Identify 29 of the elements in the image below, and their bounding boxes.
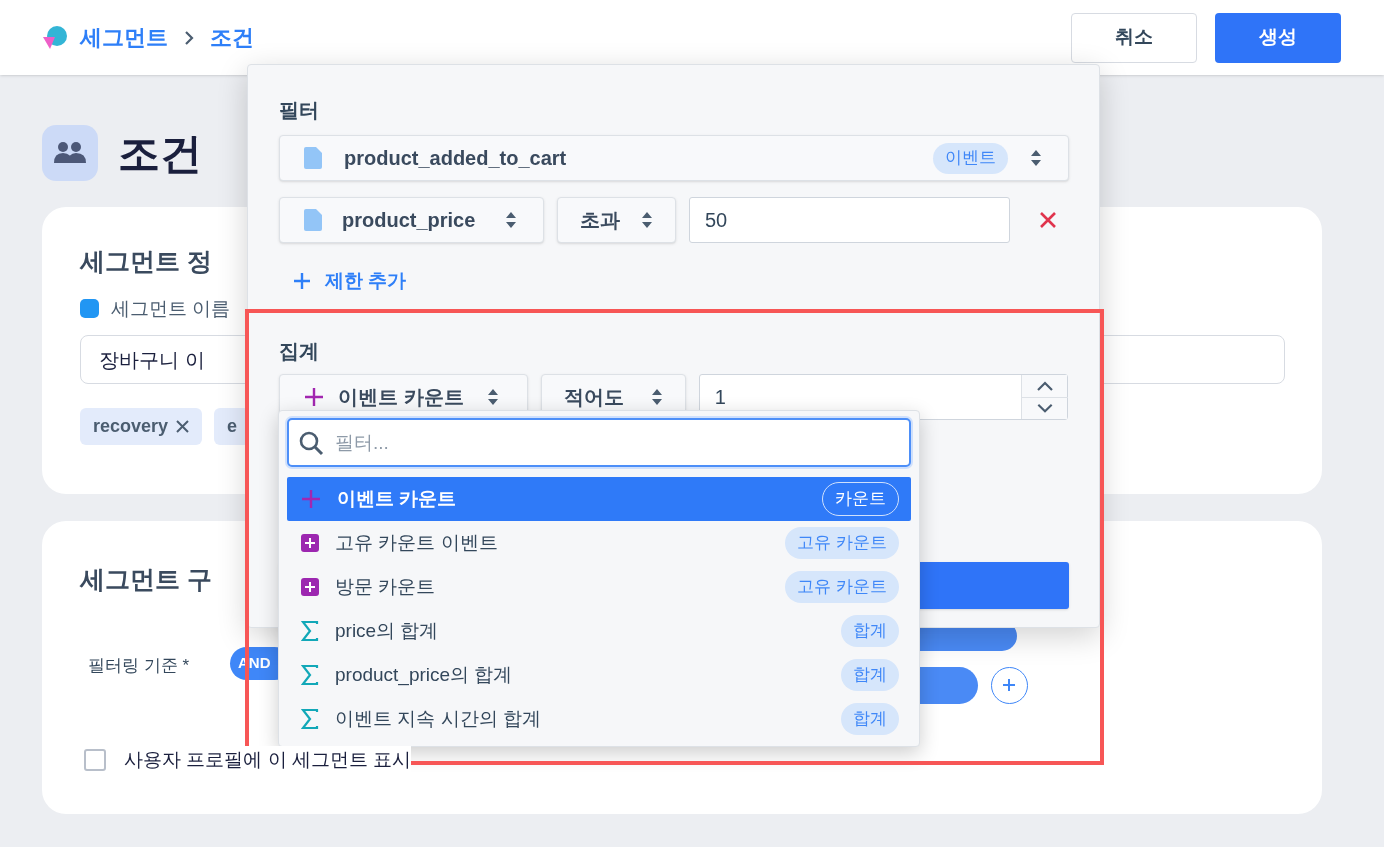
add-constraint-link[interactable]: 제한 추가 [293, 267, 407, 296]
type-badge: 고유 카운트 [785, 527, 899, 559]
type-badge: 합계 [841, 659, 899, 691]
search-field[interactable]: 필터... [287, 418, 911, 467]
number-field[interactable]: 1 [698, 373, 1068, 420]
type-badge: 이벤트 [933, 142, 1008, 174]
section-title: 필터 [279, 98, 320, 123]
dropdown-option[interactable]: 고유 카운트 이벤트 고유 카운트 [287, 521, 911, 565]
breadcrumb-link[interactable]: 세그먼트 [80, 21, 168, 54]
create-button[interactable]: 생성 [1215, 12, 1341, 63]
page-title: 조건 [118, 128, 202, 179]
cancel-button[interactable]: 취소 [1071, 12, 1197, 63]
event-select[interactable]: product_added_to_cart 이벤트 [279, 135, 1069, 181]
card-title: 세그먼트 정 [80, 246, 212, 277]
breadcrumb-link[interactable]: 조건 [210, 21, 254, 54]
property-select[interactable]: product_price [279, 197, 544, 243]
card-title: 세그먼트 구 [80, 564, 212, 595]
dropdown-option[interactable]: 이벤트 카운트 카운트 [287, 477, 911, 521]
type-badge: 합계 [841, 615, 899, 647]
field-label: 필터링 기준 * [88, 654, 191, 677]
dropdown-option[interactable]: 방문 카운트 고유 카운트 [287, 565, 911, 609]
dropdown-option[interactable]: 이벤트 지속 시간의 합계 합계 [287, 697, 911, 741]
operator-select[interactable]: 초과 [557, 197, 676, 243]
type-badge: 고유 카운트 [785, 571, 899, 603]
section-title: 집계 [279, 338, 320, 364]
value-field[interactable]: 50 [689, 197, 1010, 243]
tag-chip: recovery [80, 408, 203, 445]
type-badge: 합계 [841, 703, 899, 735]
field-label: 세그먼트 이름 [111, 296, 231, 321]
